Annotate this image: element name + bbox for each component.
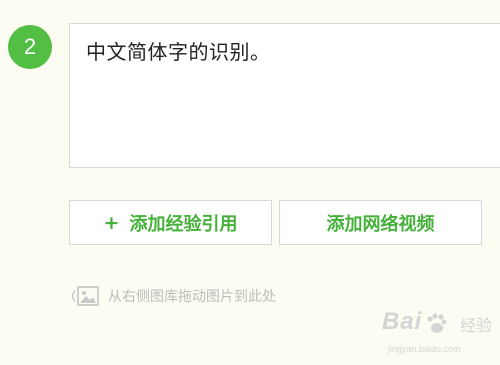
step-text-editor[interactable]: 中文简体字的识别。 (69, 23, 500, 168)
plus-icon: + (103, 211, 120, 234)
image-icon (70, 284, 100, 308)
watermark-label: 经验 (460, 316, 493, 335)
add-web-video-label: 添加网络视频 (326, 213, 435, 235)
paw-icon (427, 313, 447, 333)
image-drop-zone[interactable]: 从右侧图库拖动图片到此处 (70, 284, 276, 308)
step-text-content[interactable]: 中文简体字的识别。 (86, 36, 271, 65)
drag-hint-text: 从右侧图库拖动图片到此处 (108, 289, 276, 305)
add-experience-reference-button[interactable]: + 添加经验引用 (69, 200, 272, 245)
step-number-badge: 2 (8, 25, 52, 69)
baidu-jingyan-watermark: Bai 经验 jingyan.baidu.com (382, 308, 500, 360)
watermark-brand: Bai (382, 308, 423, 335)
add-experience-reference-label: 添加经验引用 (129, 213, 238, 235)
step-number: 2 (23, 34, 37, 59)
add-web-video-button[interactable]: 添加网络视频 (279, 200, 482, 245)
watermark-url: jingyan.baidu.com (388, 344, 461, 354)
